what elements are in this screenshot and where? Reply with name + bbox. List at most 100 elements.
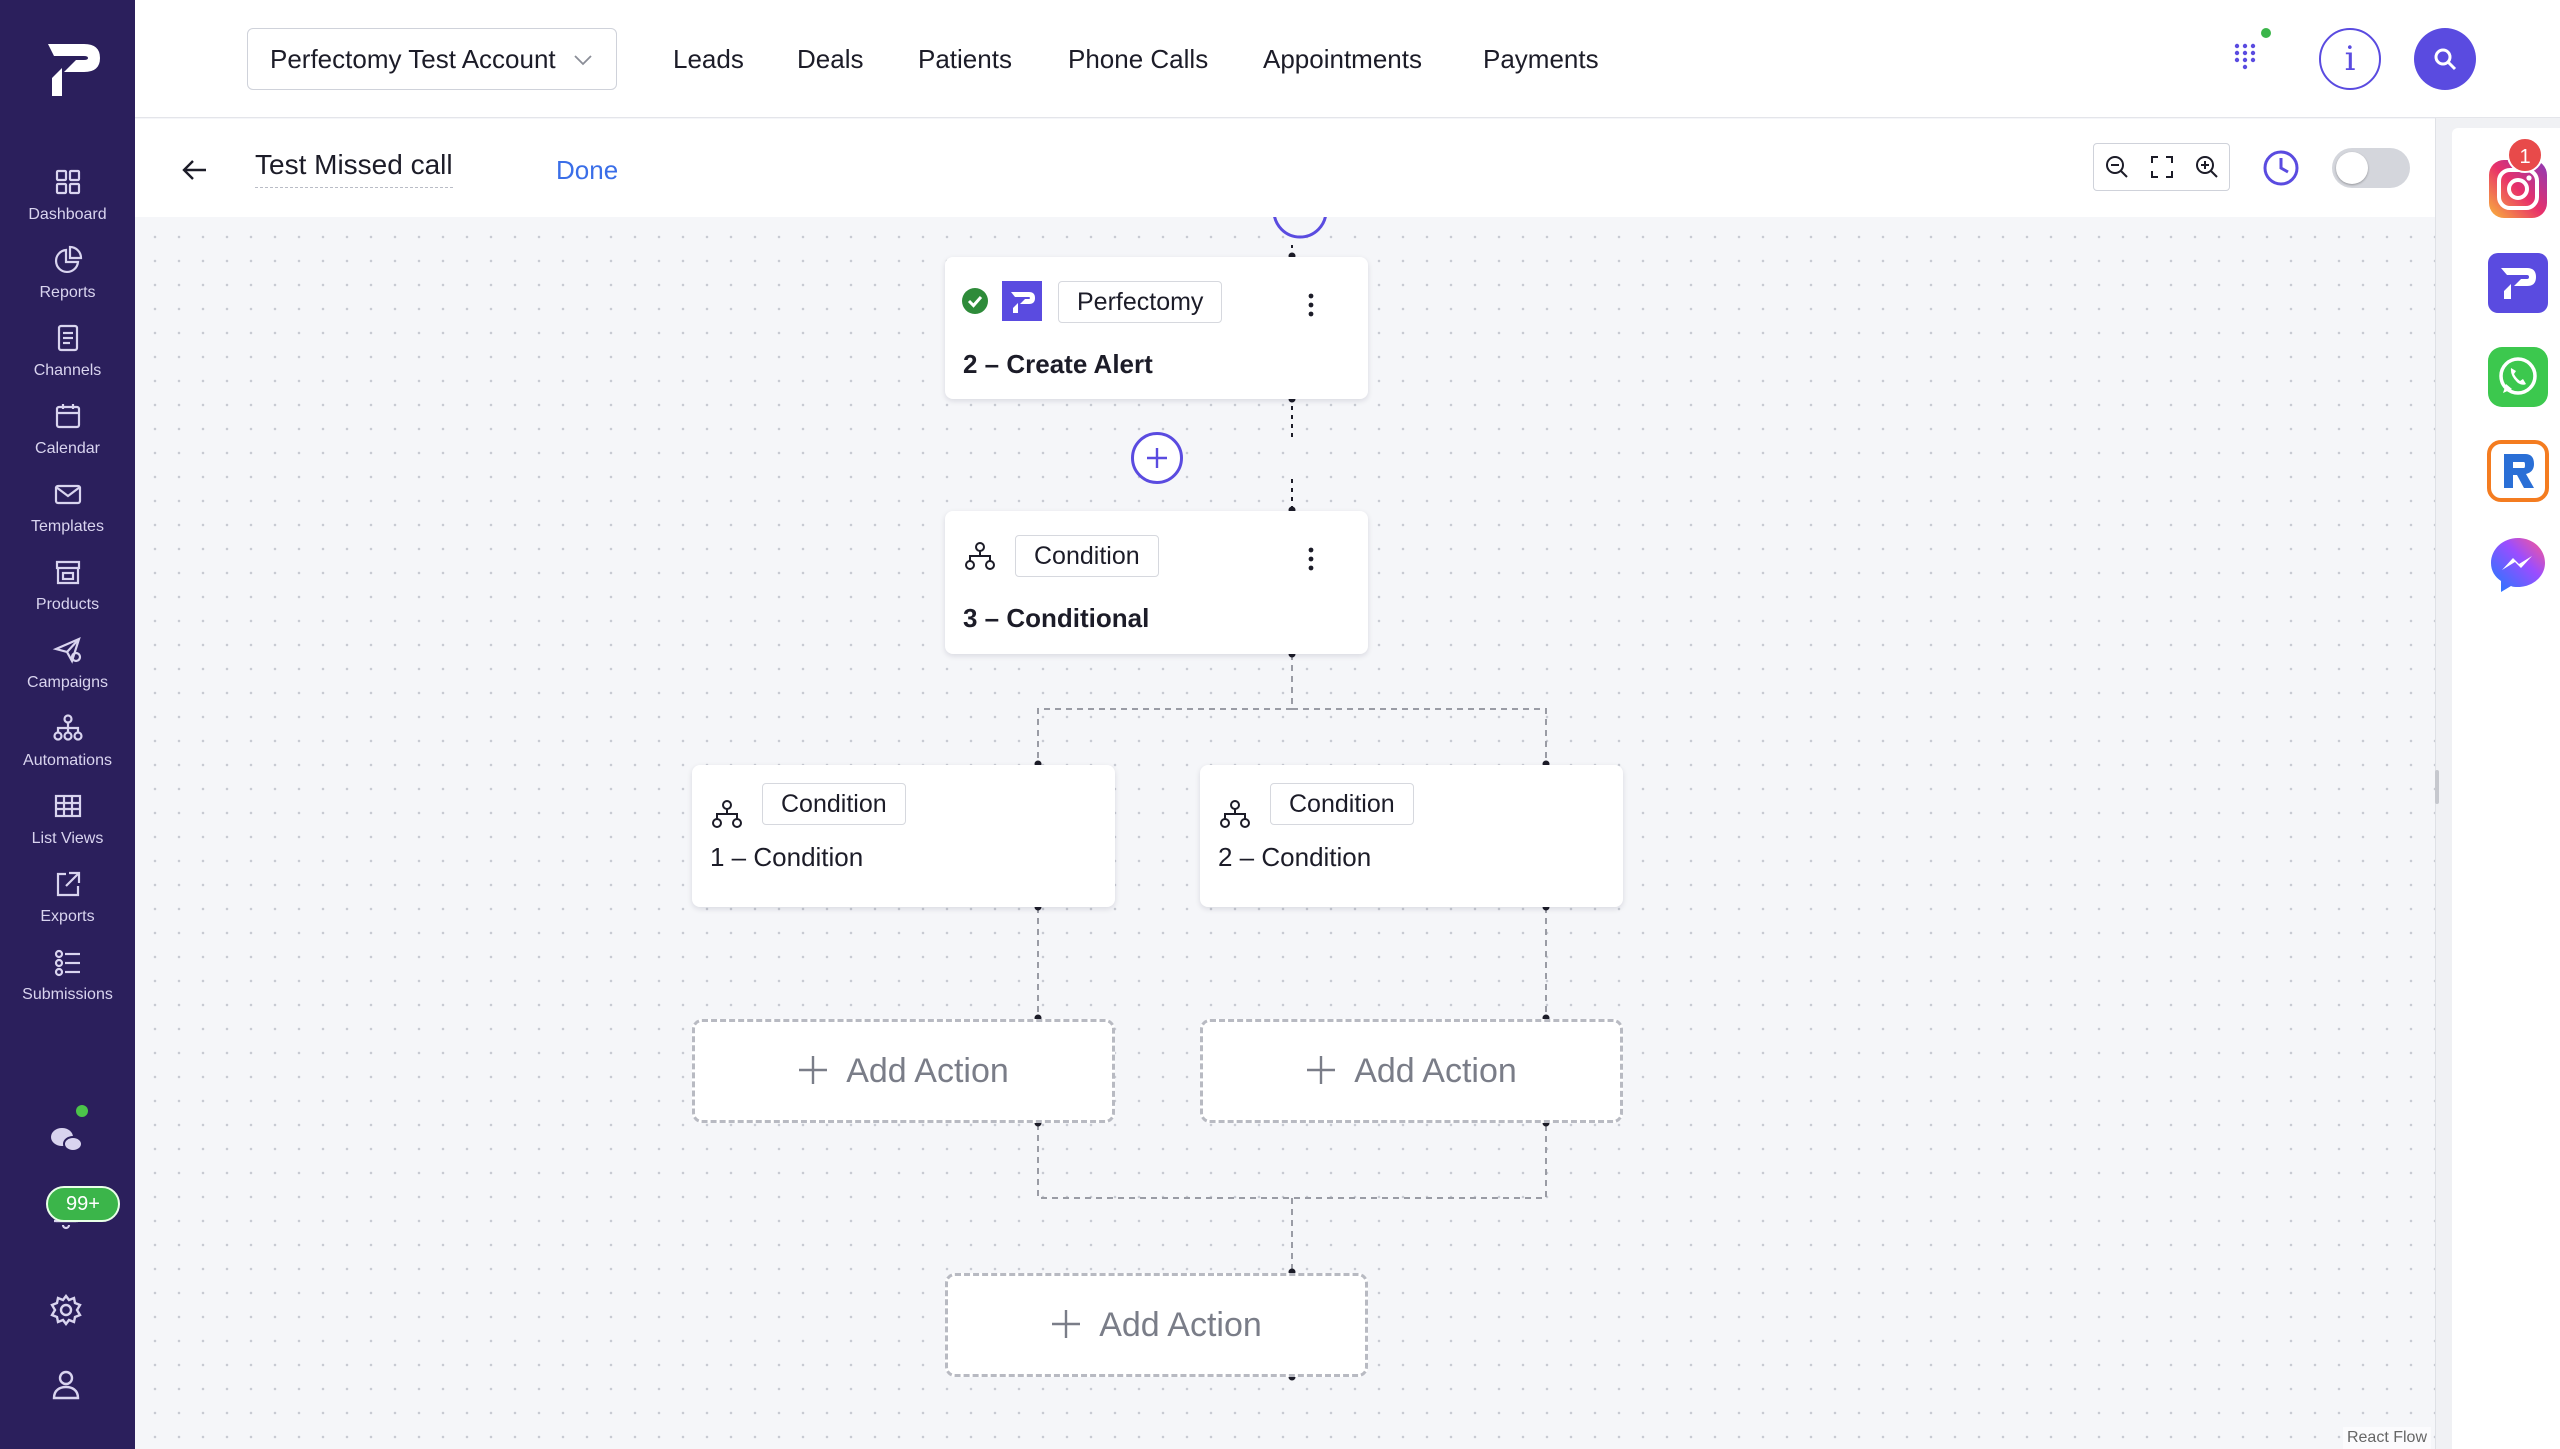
top-add-step-circle [1273,217,1327,239]
store-icon [55,560,80,585]
node-title: 1 – Condition [710,842,864,872]
account-select[interactable]: Perfectomy Test Account [247,28,617,90]
done-button[interactable]: Done [556,155,618,186]
top-bar: Perfectomy Test Account Leads Deals Pati… [135,0,2560,118]
hierarchy-icon [1220,800,1250,828]
back-arrow-icon[interactable] [180,155,210,185]
sidebar-item-automations[interactable]: Automations [0,712,135,784]
perfectomy-logo[interactable] [42,38,104,96]
check-circle-icon [962,288,988,314]
sidebar: Dashboard Reports Channels Calendar Temp… [0,0,135,1449]
user-icon[interactable] [48,1366,84,1402]
add-action-button[interactable]: Add Action [1200,1019,1623,1123]
app-rail-panel [2452,128,2560,1449]
instagram-notification-badge: 1 [2507,137,2543,173]
plus-icon [1147,448,1167,468]
sidebar-item-label: Templates [31,518,104,535]
sidebar-item-label: Dashboard [28,206,107,223]
mail-icon [54,484,81,505]
sidebar-item-label: Reports [39,284,96,301]
pie-chart-icon [54,245,82,274]
node-type-tag: Condition [1015,535,1159,577]
react-flow-attribution[interactable]: React Flow [2342,1427,2431,1449]
dialpad-icon[interactable] [2232,42,2258,70]
nav-payments[interactable]: Payments [1483,44,1599,75]
export-icon [56,871,80,897]
add-step-button[interactable] [1131,432,1183,484]
hierarchy-icon [52,714,83,741]
add-action-button[interactable]: Add Action [945,1273,1368,1377]
chevron-down-icon [574,55,592,66]
sidebar-item-dashboard[interactable]: Dashboard [0,166,135,238]
node-condition-2[interactable]: Condition 2 – Condition [1200,765,1623,907]
sidebar-item-label: Channels [33,362,102,379]
rail-resize-handle[interactable] [2435,770,2439,804]
hierarchy-icon [712,800,742,828]
list-check-icon [54,949,80,977]
edge-branch [1037,654,1547,764]
node-type-tag: Condition [762,783,906,825]
nav-leads[interactable]: Leads [673,44,744,75]
sidebar-item-exports[interactable]: Exports [0,868,135,940]
node-title: 3 – Conditional [963,603,1150,633]
node-condition-1[interactable]: Condition 1 – Condition [692,765,1115,907]
sidebar-item-calendar[interactable]: Calendar [0,400,135,472]
active-toggle[interactable] [2332,148,2410,188]
messenger-icon[interactable] [2487,534,2549,596]
toggle-knob [2336,152,2368,184]
hierarchy-icon [965,542,995,570]
gear-icon[interactable] [48,1292,84,1328]
search-icon [2434,48,2457,71]
notification-badge: 99+ [46,1186,120,1222]
whatsapp-icon[interactable] [2487,346,2549,408]
fit-view-button[interactable] [2139,144,2184,190]
sidebar-item-label: List Views [31,830,104,847]
account-select-value: Perfectomy Test Account [270,44,556,74]
zoom-controls [2093,143,2230,191]
add-action-label: Add Action [1099,1306,1262,1344]
nav-phone-calls[interactable]: Phone Calls [1068,44,1208,75]
chat-icon[interactable] [48,1122,84,1158]
flow-canvas[interactable]: Perfectomy 2 – Create Alert Condition 3 … [135,217,2435,1449]
sidebar-item-label: Automations [23,752,112,769]
zoom-in-icon [2195,156,2218,178]
node-title: 2 – Condition [1218,842,1372,872]
online-status-dot [76,1105,88,1117]
search-button[interactable] [2414,28,2476,90]
more-vertical-icon[interactable] [1307,292,1315,318]
sidebar-item-products[interactable]: Products [0,556,135,628]
sidebar-item-label: Calendar [35,440,100,457]
sidebar-item-templates[interactable]: Templates [0,478,135,550]
edge-merge [1037,1124,1547,1272]
zoom-in-button[interactable] [2184,144,2229,190]
clock-icon[interactable] [2261,148,2301,188]
dashboard-icon [55,169,80,195]
sidebar-item-list-views[interactable]: List Views [0,790,135,862]
nav-appointments[interactable]: Appointments [1263,44,1422,75]
zoom-out-button[interactable] [2094,144,2139,190]
perfectomy-app-icon [1002,281,1042,321]
plus-icon [1307,1056,1336,1084]
perfectomy-icon[interactable] [2487,252,2549,314]
rc-icon[interactable] [2487,440,2549,502]
sidebar-item-submissions[interactable]: Submissions [0,946,135,1018]
add-action-button[interactable]: Add Action [692,1019,1115,1123]
nav-patients[interactable]: Patients [918,44,1012,75]
node-create-alert[interactable]: Perfectomy 2 – Create Alert [945,257,1368,399]
sidebar-item-reports[interactable]: Reports [0,244,135,316]
sidebar-item-label: Campaigns [27,674,108,691]
node-conditional[interactable]: Condition 3 – Conditional [945,511,1368,654]
plus-icon [799,1056,828,1084]
flow-title-input[interactable]: Test Missed call [255,149,453,188]
sidebar-item-channels[interactable]: Channels [0,322,135,394]
more-vertical-icon[interactable] [1307,546,1315,572]
sidebar-item-campaigns[interactable]: Campaigns [0,634,135,706]
calendar-icon [55,404,80,429]
nav-deals[interactable]: Deals [797,44,863,75]
info-button[interactable]: i [2319,28,2381,90]
add-action-label: Add Action [1354,1052,1517,1090]
plus-icon [1052,1310,1081,1338]
zoom-out-icon [2105,156,2128,178]
grid-table-icon [54,794,81,818]
app-rail [2435,118,2560,1449]
